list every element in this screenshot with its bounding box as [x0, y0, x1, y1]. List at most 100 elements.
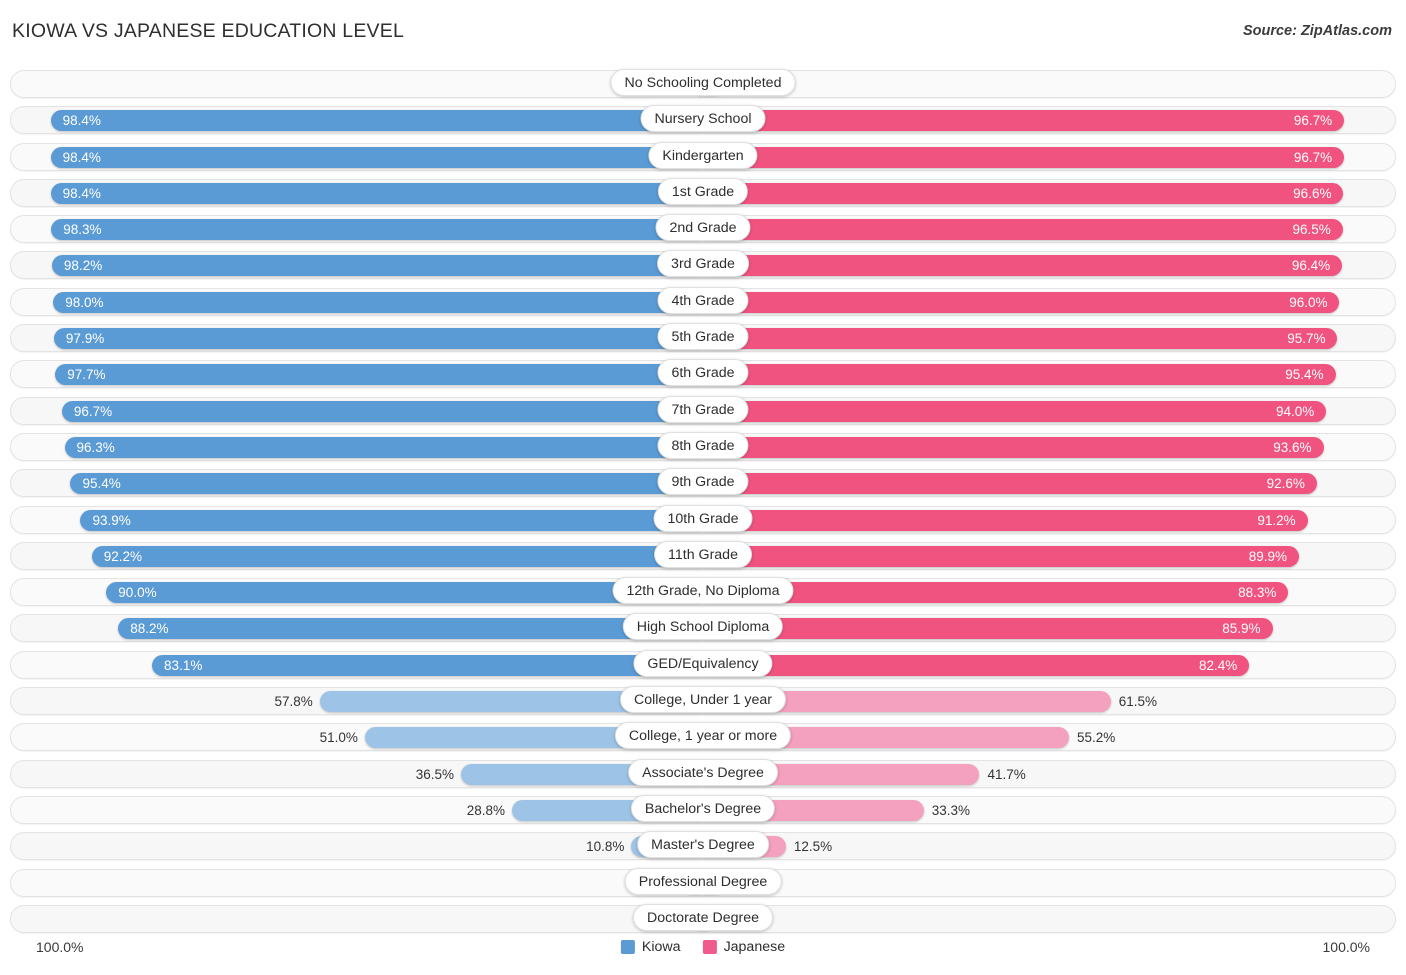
- legend-swatch-icon: [702, 940, 717, 954]
- bar-japanese: [703, 255, 1343, 277]
- bar-row: 97.9% 95.7% 5th Grade: [0, 320, 1406, 356]
- bar-japanese: [703, 473, 1317, 495]
- bar-row: 98.4% 96.6% 1st Grade: [0, 175, 1406, 211]
- value-label-japanese: 96.0%: [1289, 294, 1328, 310]
- bar-kiowa: [152, 654, 703, 676]
- bar-row: 92.2% 89.9% 11th Grade: [0, 538, 1406, 574]
- category-label-pill: High School Diploma: [622, 613, 784, 641]
- bar-row: 88.2% 85.9% High School Diploma: [0, 610, 1406, 646]
- bar-japanese: [703, 545, 1300, 567]
- bar-row: 98.4% 96.7% Nursery School: [0, 102, 1406, 138]
- legend-item[interactable]: Japanese: [702, 939, 786, 955]
- bar-kiowa: [80, 509, 703, 531]
- bar-kiowa: [55, 364, 703, 386]
- value-label-kiowa: 93.9%: [92, 512, 131, 528]
- bar-row: 98.2% 96.4% 3rd Grade: [0, 247, 1406, 283]
- bar-row: 97.7% 95.4% 6th Grade: [0, 356, 1406, 392]
- page-title: KIOWA VS JAPANESE EDUCATION LEVEL: [12, 20, 405, 42]
- category-label-pill: 2nd Grade: [655, 214, 751, 242]
- category-label-pill: 9th Grade: [657, 468, 749, 496]
- value-label-japanese: 88.3%: [1238, 585, 1277, 601]
- bar-row: 96.3% 93.6% 8th Grade: [0, 429, 1406, 465]
- bar-japanese: [703, 618, 1273, 640]
- bar-row: 1.6%3.3%No Schooling Completed: [0, 66, 1406, 102]
- chart-footer: 100.0% Kiowa Japanese 100.0%: [0, 939, 1406, 961]
- bar-japanese: [703, 182, 1344, 204]
- value-label-japanese: 89.9%: [1248, 548, 1288, 564]
- value-label-kiowa: 51.0%: [319, 730, 358, 746]
- category-label-pill: 6th Grade: [657, 359, 749, 387]
- value-label-japanese: 61.5%: [1118, 694, 1158, 710]
- value-label-kiowa: 96.3%: [76, 439, 115, 455]
- value-label-kiowa: 98.4%: [62, 185, 101, 201]
- bar-kiowa: [50, 146, 703, 168]
- category-label-pill: GED/Equivalency: [633, 649, 773, 677]
- bar-japanese: [703, 291, 1340, 313]
- bar-row: 57.8% 61.5% College, Under 1 year: [0, 683, 1406, 719]
- category-label-pill: 5th Grade: [657, 323, 749, 351]
- bar-kiowa: [61, 400, 703, 422]
- category-label-pill: 1st Grade: [657, 177, 749, 205]
- bar-kiowa: [64, 436, 703, 458]
- bar-row: 90.0% 88.3% 12th Grade, No Diploma: [0, 574, 1406, 610]
- bar-kiowa: [50, 110, 703, 132]
- value-label-japanese: 95.7%: [1287, 331, 1326, 347]
- value-label-japanese: 33.3%: [931, 802, 971, 818]
- category-label-pill: Master's Degree: [637, 831, 769, 859]
- value-label-kiowa: 98.2%: [63, 258, 103, 274]
- bar-japanese: [703, 364, 1336, 386]
- value-label-japanese: 82.4%: [1199, 657, 1238, 673]
- value-label-kiowa: 95.4%: [82, 476, 121, 492]
- value-label-japanese: 85.9%: [1222, 621, 1261, 637]
- bar-row: 1.5%1.5%Doctorate Degree: [0, 901, 1406, 937]
- value-label-japanese: 93.6%: [1273, 439, 1312, 455]
- category-label-pill: Nursery School: [640, 105, 766, 133]
- value-label-japanese: 92.6%: [1266, 476, 1305, 492]
- bar-rows-container: 1.6%3.3%No Schooling Completed 98.4% 96.7%…: [0, 66, 1406, 937]
- value-label-kiowa: 98.3%: [63, 222, 102, 238]
- bar-kiowa: [51, 255, 703, 277]
- value-label-kiowa: 97.9%: [65, 331, 105, 347]
- bar-kiowa: [118, 618, 703, 640]
- legend-label: Japanese: [723, 939, 786, 955]
- bar-row: 96.7% 94.0% 7th Grade: [0, 393, 1406, 429]
- chart-page: KIOWA VS JAPANESE EDUCATION LEVEL Source…: [0, 0, 1406, 975]
- bar-japanese: [703, 146, 1345, 168]
- value-label-japanese: 96.5%: [1292, 222, 1331, 238]
- category-label-pill: Associate's Degree: [628, 758, 778, 786]
- bar-row: 98.3% 96.5% 2nd Grade: [0, 211, 1406, 247]
- category-label-pill: Doctorate Degree: [633, 903, 773, 931]
- legend-item[interactable]: Kiowa: [620, 939, 681, 955]
- bar-japanese: [703, 654, 1250, 676]
- bar-japanese: [703, 328, 1338, 350]
- value-label-kiowa: 92.2%: [103, 548, 142, 564]
- bar-row: 28.8% 33.3% Bachelor's Degree: [0, 792, 1406, 828]
- bar-kiowa: [91, 545, 703, 567]
- value-label-kiowa: 96.7%: [73, 403, 113, 419]
- value-label-kiowa: 10.8%: [586, 839, 625, 855]
- bar-row: 98.0% 96.0% 4th Grade: [0, 284, 1406, 320]
- axis-label-left: 100.0%: [36, 939, 84, 955]
- bar-kiowa: [53, 291, 703, 313]
- value-label-japanese: 96.7%: [1293, 149, 1333, 165]
- bar-row: 98.4% 96.7% Kindergarten: [0, 139, 1406, 175]
- bar-row: 95.4% 92.6% 9th Grade: [0, 465, 1406, 501]
- bar-japanese: [703, 509, 1308, 531]
- legend-swatch-icon: [620, 940, 635, 954]
- category-label-pill: College, 1 year or more: [614, 722, 792, 750]
- bar-japanese: [703, 110, 1345, 132]
- category-label-pill: No Schooling Completed: [610, 69, 796, 96]
- value-label-kiowa: 28.8%: [466, 802, 506, 818]
- category-label-pill: 8th Grade: [657, 431, 749, 459]
- category-label-pill: 11th Grade: [654, 540, 752, 568]
- bar-row: 36.5% 41.7% Associate's Degree: [0, 756, 1406, 792]
- bar-row: 3.1%3.5%Professional Degree: [0, 865, 1406, 901]
- value-label-japanese: 96.6%: [1293, 185, 1332, 201]
- bar-row: 10.8% 12.5% Master's Degree: [0, 828, 1406, 864]
- value-label-kiowa: 88.2%: [130, 621, 169, 637]
- bar-kiowa: [53, 328, 703, 350]
- legend-label: Kiowa: [641, 939, 681, 955]
- value-label-japanese: 95.4%: [1285, 367, 1324, 383]
- axis-label-right: 100.0%: [1322, 939, 1370, 955]
- bar-row: 83.1% 82.4% GED/Equivalency: [0, 647, 1406, 683]
